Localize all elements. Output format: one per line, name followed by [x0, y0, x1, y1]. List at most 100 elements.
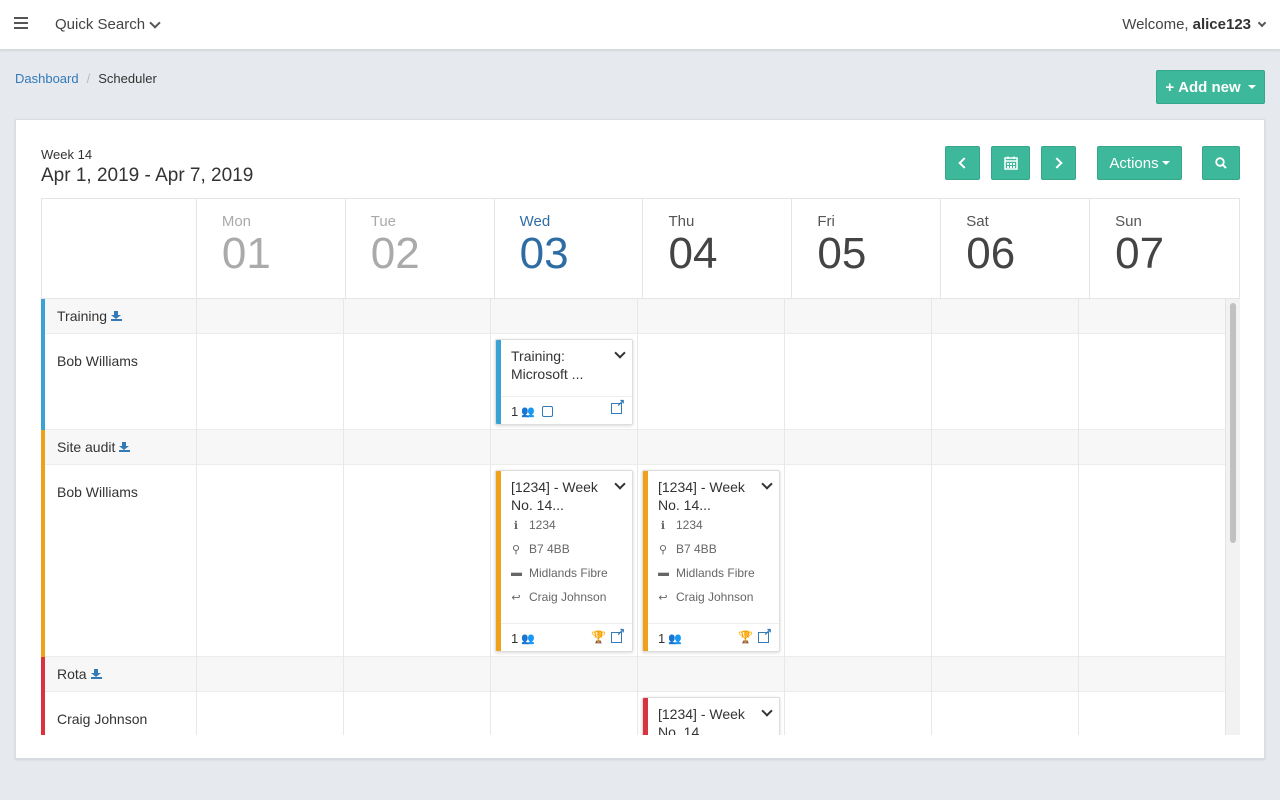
- reply-icon: ↩: [511, 591, 521, 604]
- chevron-down-icon: [1257, 18, 1267, 27]
- column-divider: [490, 299, 491, 735]
- day-header-fri[interactable]: Fri 05: [792, 199, 942, 298]
- trophy-icon[interactable]: 🏆: [738, 630, 753, 644]
- download-icon[interactable]: [111, 311, 123, 321]
- day-number: 06: [966, 229, 1016, 278]
- username: alice123: [1192, 16, 1251, 33]
- attendee-count-value: 1: [658, 631, 666, 646]
- day-number: 05: [817, 229, 867, 278]
- group-row-rota: Rota: [41, 657, 1225, 692]
- day-header-thu[interactable]: Thu 04: [643, 199, 793, 298]
- column-divider: [196, 299, 197, 735]
- actions-label: Actions: [1109, 154, 1159, 172]
- add-new-button[interactable]: + Add new: [1156, 70, 1265, 104]
- map-marker-icon: ⚲: [658, 543, 668, 556]
- search-icon: [1215, 157, 1227, 169]
- group-color-stripe: [41, 430, 45, 465]
- event-ref: 1234: [676, 518, 703, 532]
- plus-icon: +: [1165, 78, 1175, 96]
- actions-button[interactable]: Actions: [1097, 146, 1182, 180]
- event-ref-line: ℹ 1234: [658, 518, 703, 532]
- user-menu[interactable]: Welcome, alice123: [1122, 16, 1267, 33]
- event-actions: 🏆: [738, 627, 772, 645]
- quick-search-dropdown[interactable]: Quick Search: [55, 16, 161, 33]
- group-name: Training: [57, 308, 108, 324]
- next-week-button[interactable]: [1041, 146, 1076, 180]
- day-header-tue[interactable]: Tue 02: [346, 199, 495, 298]
- day-header-sun[interactable]: Sun 07: [1090, 199, 1239, 298]
- breadcrumb: Dashboard / Scheduler: [15, 71, 157, 86]
- folder-icon: ▬: [658, 567, 669, 579]
- resource-row: Bob Williams: [41, 465, 1225, 657]
- day-number: 03: [519, 229, 569, 278]
- breadcrumb-current: Scheduler: [98, 71, 157, 86]
- users-icon: 👥: [668, 633, 682, 645]
- event-footer: 1 👥: [501, 396, 632, 424]
- info-icon: ℹ: [660, 519, 666, 532]
- day-name: Thu: [668, 213, 695, 230]
- download-icon[interactable]: [90, 669, 102, 679]
- column-divider: [637, 299, 638, 735]
- search-button[interactable]: [1202, 146, 1240, 180]
- external-link-icon[interactable]: [758, 627, 772, 643]
- welcome-text: Welcome,: [1122, 16, 1189, 33]
- chevron-down-icon: [149, 16, 161, 29]
- day-header-sat[interactable]: Sat 06: [941, 199, 1091, 298]
- resource-name: Bob Williams: [57, 353, 138, 369]
- event-postcode: B7 4BB: [676, 542, 717, 556]
- trophy-icon[interactable]: 🏆: [591, 630, 606, 644]
- breadcrumb-dashboard-link[interactable]: Dashboard: [15, 71, 79, 86]
- caret-down-icon: [1247, 85, 1256, 89]
- column-divider: [931, 299, 932, 735]
- event-card-site-audit-thu[interactable]: [1234] - Week No. 14... ℹ 1234 ⚲ B7 4BB …: [642, 470, 780, 652]
- event-actions: 🏆: [591, 627, 625, 645]
- attendee-count: 1 👥: [658, 631, 682, 646]
- day-name: Sun: [1115, 213, 1142, 230]
- reply-icon: ↩: [658, 591, 668, 604]
- group-name: Site audit: [57, 439, 116, 455]
- calendar-icon: [1003, 156, 1018, 170]
- event-card-site-audit-wed[interactable]: [1234] - Week No. 14... ℹ 1234 ⚲ B7 4BB …: [495, 470, 633, 652]
- column-divider: [1078, 299, 1079, 735]
- previous-week-button[interactable]: [945, 146, 980, 180]
- event-project-line: ▬ Midlands Fibre: [511, 566, 608, 580]
- day-header-mon[interactable]: Mon 01: [197, 199, 346, 298]
- day-number: 02: [370, 229, 420, 278]
- event-footer: 1 👥 🏆: [648, 623, 779, 651]
- day-name: Wed: [519, 213, 551, 230]
- chevron-down-icon[interactable]: [614, 347, 626, 359]
- date-range: Apr 1, 2019 - Apr 7, 2019: [41, 165, 254, 186]
- note-icon[interactable]: [541, 406, 553, 417]
- info-icon: ℹ: [513, 519, 519, 532]
- download-icon[interactable]: [119, 442, 131, 452]
- calendar-picker-button[interactable]: [991, 146, 1030, 180]
- external-link-icon[interactable]: [611, 627, 625, 643]
- chevron-down-icon[interactable]: [761, 705, 773, 717]
- event-footer: 1 👥 🏆: [501, 623, 632, 651]
- day-name: Mon: [221, 213, 252, 230]
- chevron-down-icon[interactable]: [761, 478, 773, 490]
- menu-icon[interactable]: [14, 17, 28, 29]
- group-row-site-audit: Site audit: [41, 430, 1225, 465]
- attendee-count: 1 👥: [511, 404, 553, 419]
- chevron-down-icon[interactable]: [614, 478, 626, 490]
- event-contact-line: ↩ Craig Johnson: [511, 590, 606, 604]
- event-card-rota-thu[interactable]: [1234] - Week No. 14...: [642, 697, 780, 735]
- day-number: 07: [1115, 229, 1165, 278]
- users-icon: 👥: [521, 633, 535, 645]
- scrollbar[interactable]: [1225, 299, 1240, 735]
- event-title: [1234] - Week No. 14...: [511, 479, 598, 513]
- resource-row: Bob Williams: [41, 334, 1225, 430]
- event-postcode: B7 4BB: [529, 542, 570, 556]
- day-name: Sat: [966, 213, 989, 230]
- event-contact: Craig Johnson: [529, 590, 607, 604]
- external-link-icon[interactable]: [611, 398, 625, 414]
- scrollbar-thumb[interactable]: [1230, 303, 1236, 543]
- event-ref: 1234: [529, 518, 556, 532]
- event-card-training[interactable]: Training: Microsoft ... 1 👥: [495, 339, 633, 425]
- scheduler-panel: Week 14 Apr 1, 2019 - Apr 7, 2019 Action…: [15, 119, 1265, 759]
- event-project-line: ▬ Midlands Fibre: [658, 566, 755, 580]
- day-header-wed[interactable]: Wed 03: [495, 199, 644, 298]
- chevron-left-icon: [958, 157, 970, 169]
- group-row-training: Training: [41, 299, 1225, 334]
